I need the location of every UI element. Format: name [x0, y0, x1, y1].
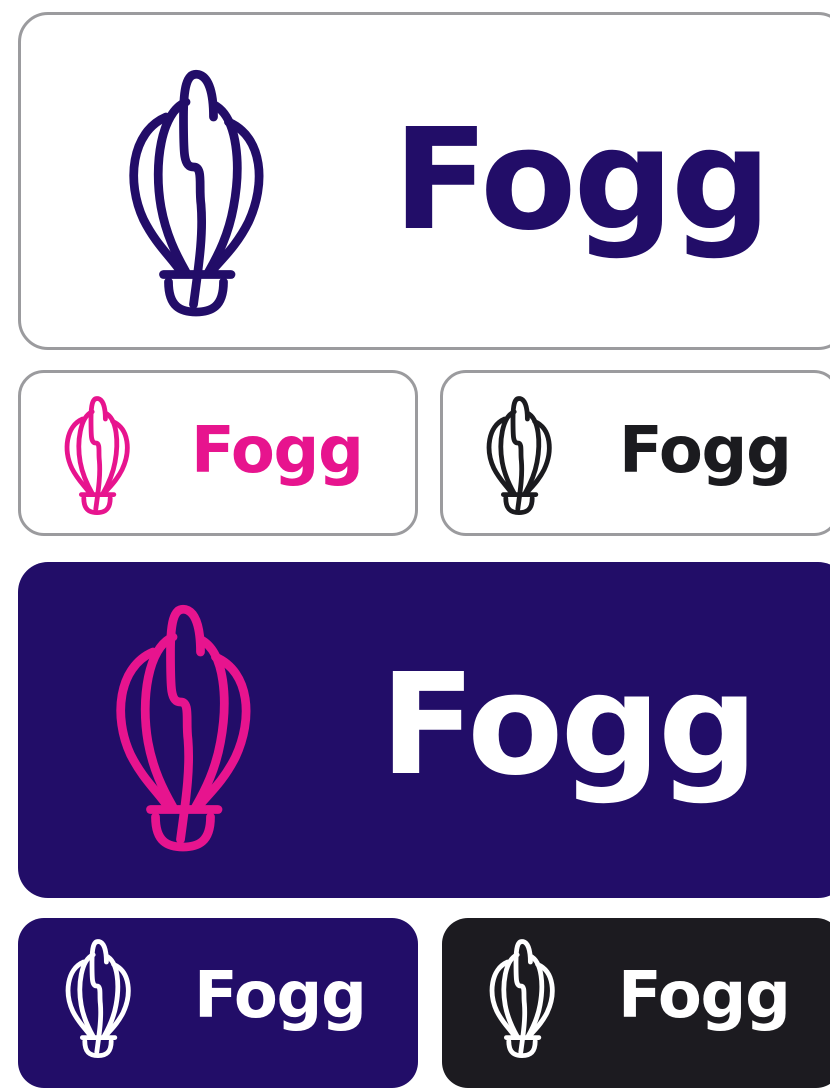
brand-wordmark: Fogg	[194, 959, 367, 1033]
logo-card-navy-background-large: Fogg	[18, 562, 830, 898]
hot-air-balloon-icon	[129, 70, 264, 317]
brand-wordmark: Fogg	[393, 99, 771, 262]
hot-air-balloon-icon	[489, 939, 555, 1058]
brand-wordmark: Fogg	[191, 414, 364, 488]
hot-air-balloon-icon	[64, 396, 130, 515]
brand-wordmark: Fogg	[380, 644, 758, 807]
logo-card-navy-background-small: Fogg	[18, 918, 418, 1088]
logo-card-pink-small: Fogg	[18, 370, 418, 536]
hot-air-balloon-icon	[65, 939, 131, 1058]
hot-air-balloon-icon	[486, 396, 552, 515]
logo-card-navy-large: Fogg	[18, 12, 830, 350]
logo-card-dark-background-small: Fogg	[442, 918, 830, 1088]
logo-card-black-small: Fogg	[440, 370, 830, 536]
brand-wordmark: Fogg	[618, 959, 791, 1033]
hot-air-balloon-icon	[116, 605, 251, 852]
brand-wordmark: Fogg	[619, 414, 792, 488]
